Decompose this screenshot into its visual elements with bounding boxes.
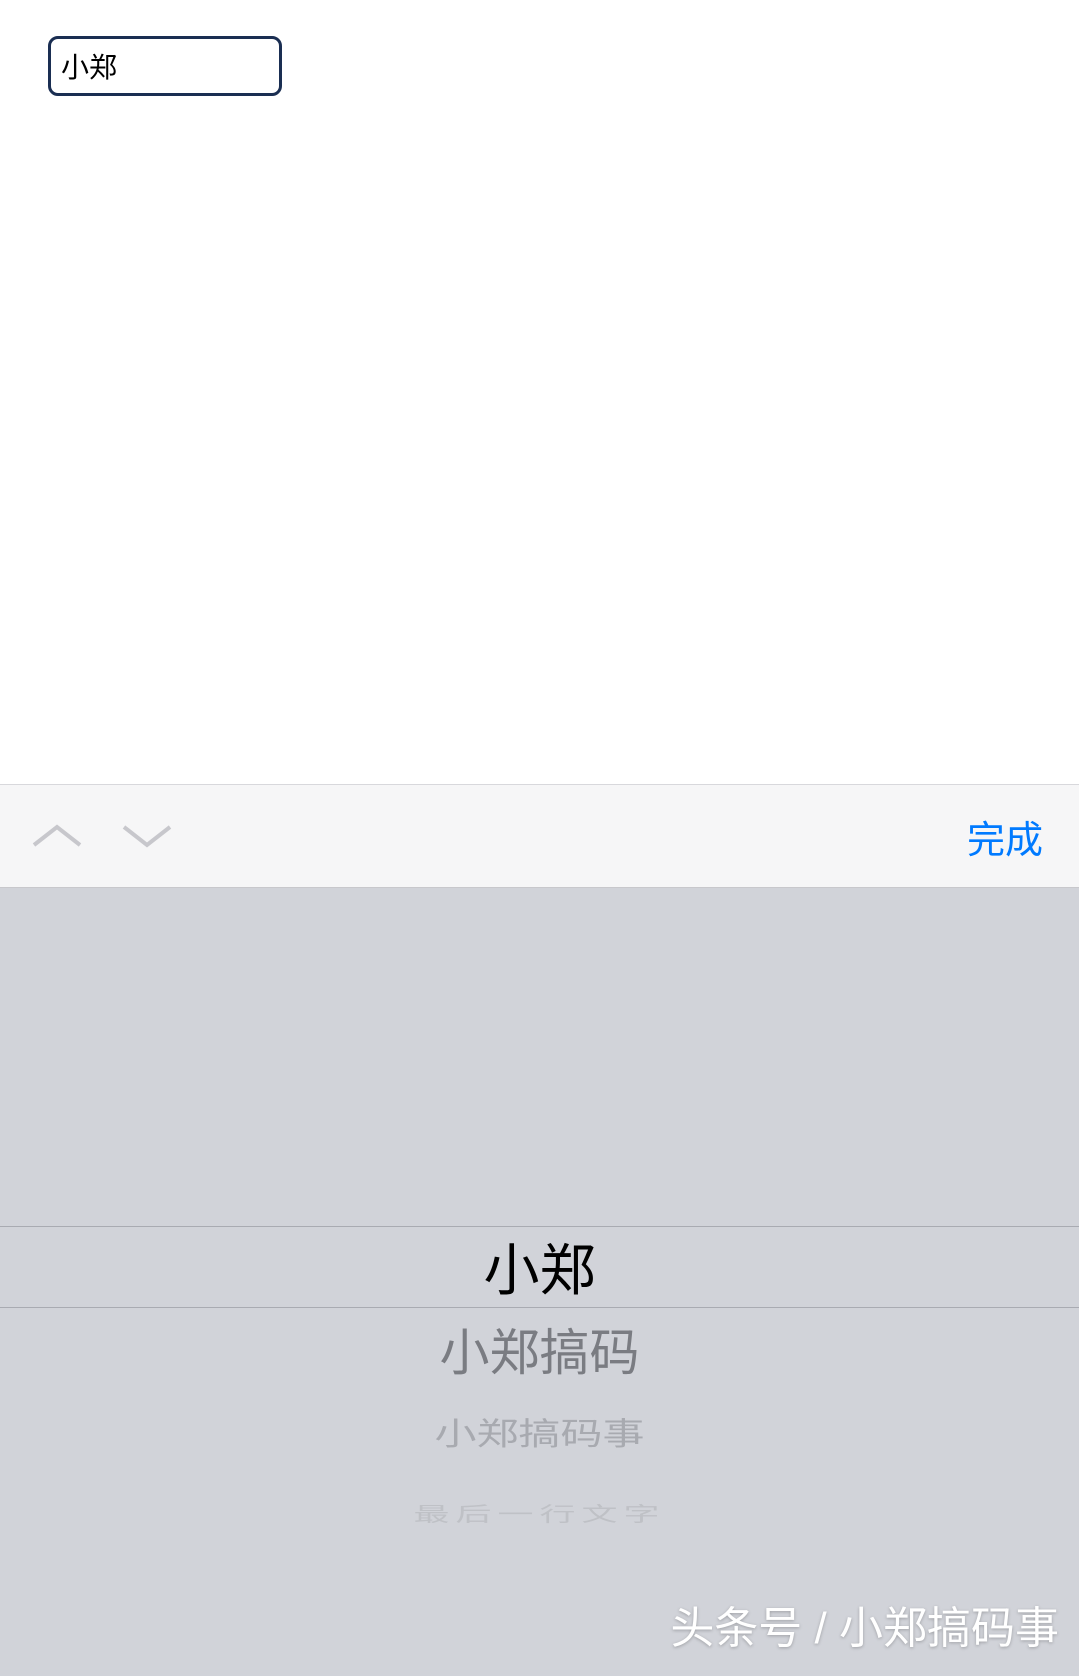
picker-row-below-3[interactable]: 最后一行文字 xyxy=(0,1490,1079,1535)
picker-row-below-1[interactable]: 小郑搞码 xyxy=(0,1308,1079,1390)
picker-row-below-2[interactable]: 小郑搞码事 xyxy=(0,1400,1079,1462)
text-input[interactable] xyxy=(48,36,282,96)
done-button[interactable]: 完成 xyxy=(961,799,1049,874)
picker-wheel[interactable]: 小郑 小郑搞码 小郑搞码事 最后一行文字 xyxy=(0,888,1079,1676)
field-nav-arrows xyxy=(30,821,174,851)
picker-selected-row[interactable]: 小郑 xyxy=(0,1226,1079,1308)
next-field-chevron-down-icon[interactable] xyxy=(120,821,174,851)
content-area xyxy=(0,0,1079,784)
previous-field-chevron-up-icon[interactable] xyxy=(30,821,84,851)
input-accessory-bar: 完成 xyxy=(0,784,1079,888)
